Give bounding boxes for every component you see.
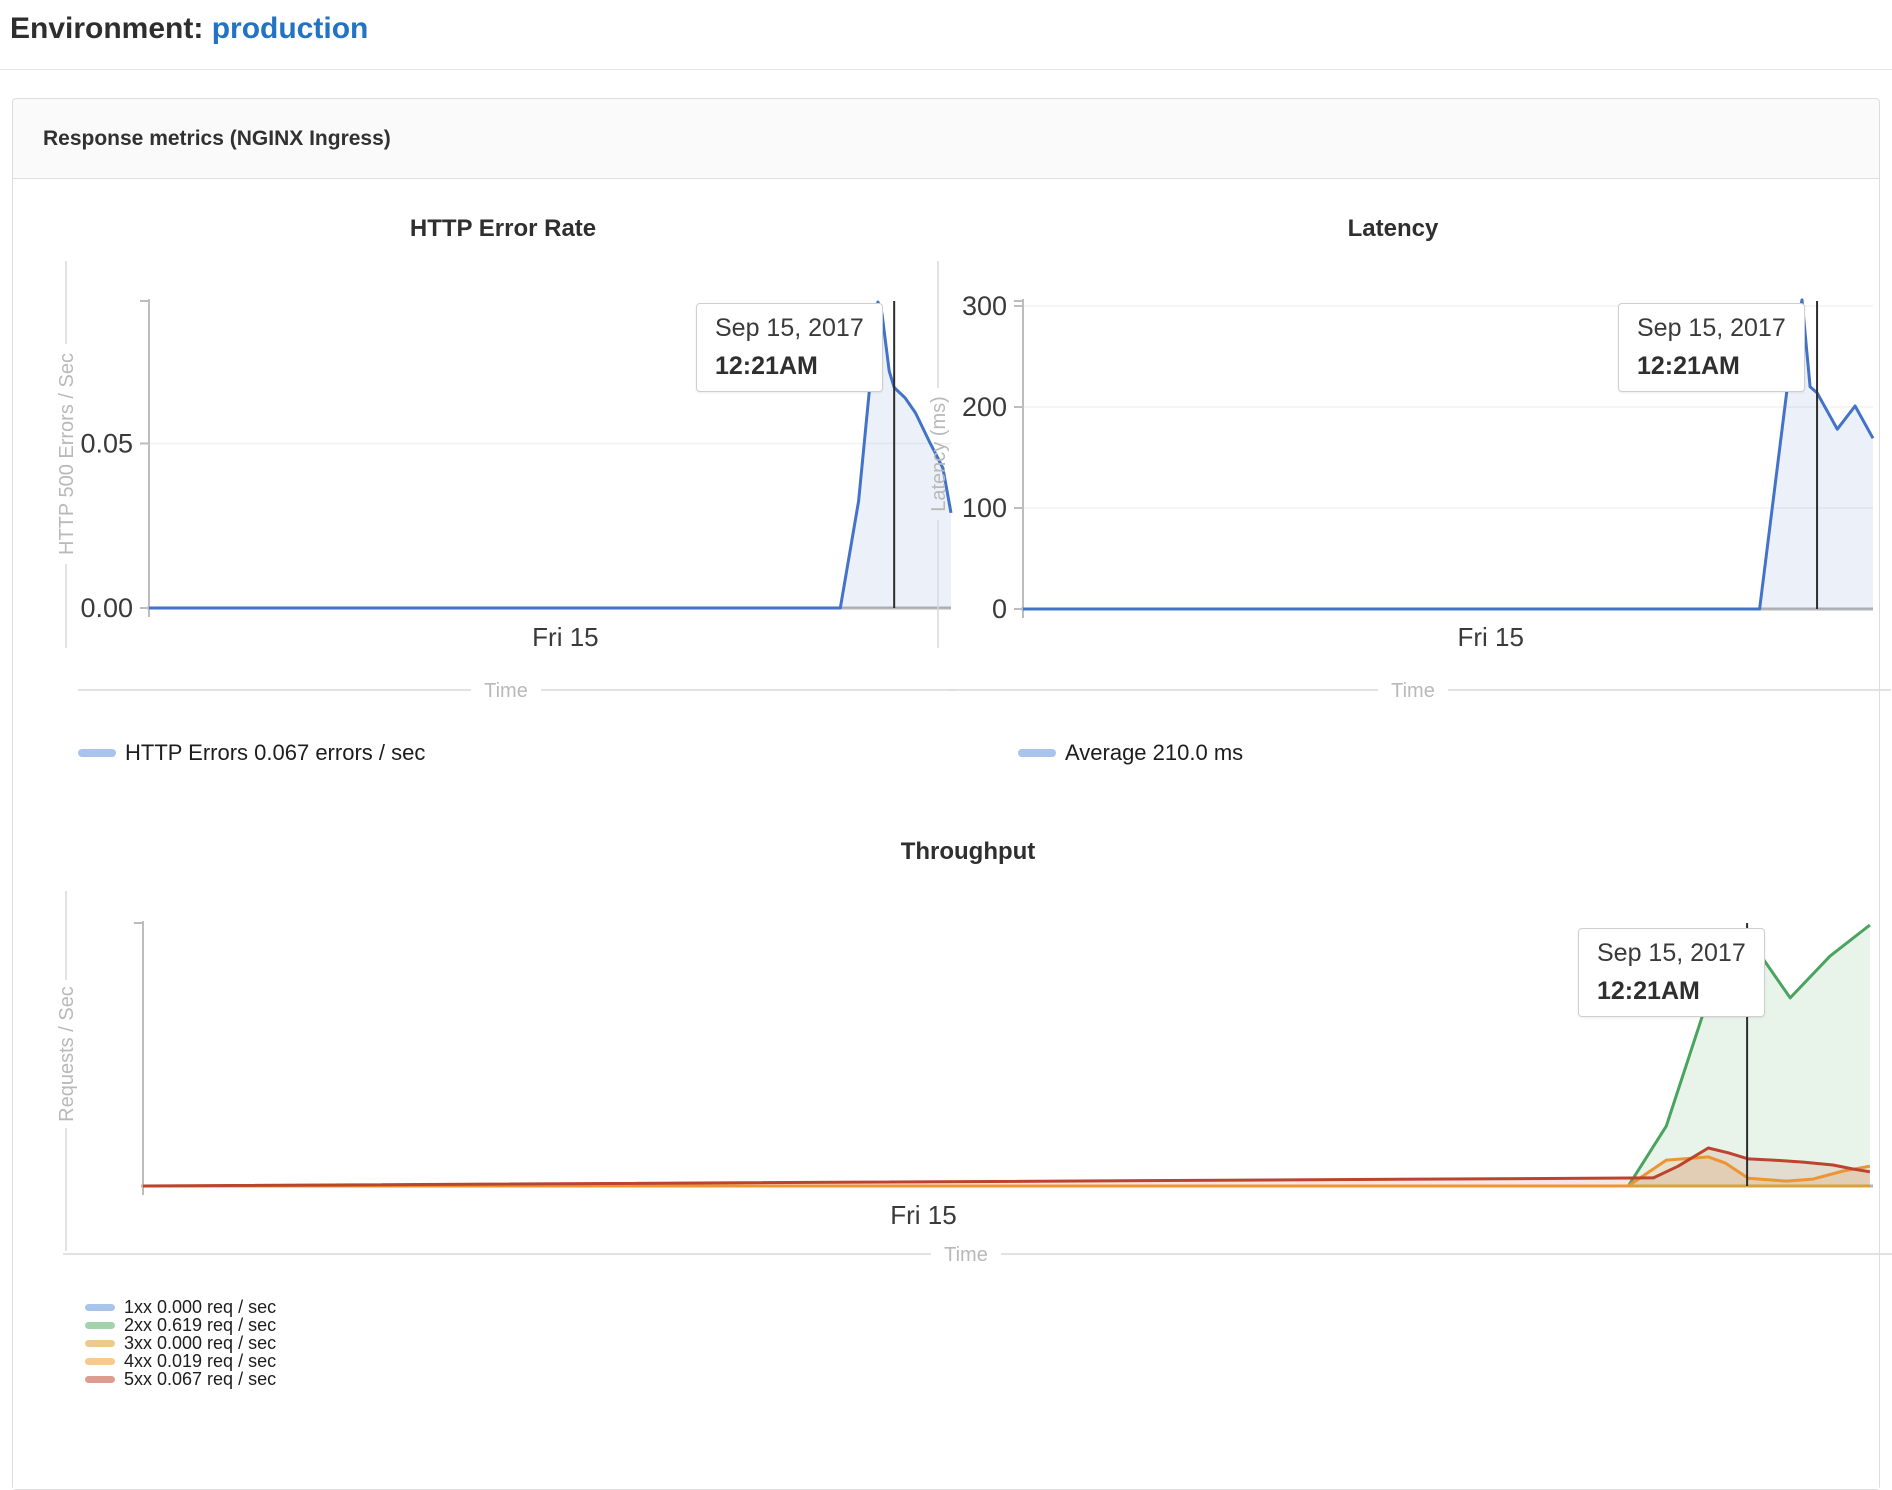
legend-item: 3xx 0.000 req / sec	[85, 1334, 1892, 1352]
tooltip-latency: Sep 15, 2017 12:21AM	[1618, 303, 1805, 392]
tooltip-time: 12:21AM	[1637, 352, 1786, 381]
x-tick-label: Fri 15	[532, 622, 598, 652]
x-tick-label: Fri 15	[890, 1200, 956, 1230]
legend-item: 5xx 0.067 req / sec	[85, 1370, 1892, 1388]
chart-title-error-rate: HTTP Error Rate	[43, 216, 963, 242]
x-axis-label: Time	[1391, 680, 1435, 701]
legend-swatch	[78, 749, 116, 757]
tooltip-error-rate: Sep 15, 2017 12:21AM	[696, 303, 883, 392]
y-axis-label: HTTP 500 Errors / Sec	[56, 353, 78, 555]
y-axis-label: Latency (ms)	[928, 396, 950, 512]
legend-swatch	[85, 1358, 115, 1365]
chart-title-latency: Latency	[893, 216, 1892, 242]
y-tick-label: 0.00	[80, 593, 133, 623]
legend-label: 5xx 0.067 req / sec	[124, 1370, 276, 1388]
legend-label: 4xx 0.019 req / sec	[124, 1352, 276, 1370]
legend-swatch	[1018, 749, 1056, 757]
tooltip-date: Sep 15, 2017	[1597, 939, 1746, 968]
legend-item: 1xx 0.000 req / sec	[85, 1298, 1892, 1316]
response-metrics-panel: Response metrics (NGINX Ingress) HTTP Er…	[12, 98, 1880, 1490]
legend-label: 3xx 0.000 req / sec	[124, 1334, 276, 1352]
page-title: Environment: production	[10, 12, 1882, 46]
environment-label: Environment:	[10, 12, 203, 45]
panel-heading: Response metrics (NGINX Ingress)	[13, 99, 1879, 179]
legend-error-rate: HTTP Errors 0.067 errors / sec	[78, 740, 425, 766]
legend-latency: Average 210.0 ms	[1018, 740, 1243, 766]
chart-title-throughput: Throughput	[43, 839, 1892, 865]
x-axis-label: Time	[944, 1244, 988, 1266]
environment-link[interactable]: production	[212, 12, 369, 45]
y-tick-label: 0.05	[80, 428, 133, 458]
y-tick-label: 300	[962, 291, 1007, 321]
legend-label: HTTP Errors 0.067 errors / sec	[125, 740, 425, 766]
legend-label: 1xx 0.000 req / sec	[124, 1298, 276, 1316]
legend-item: Average 210.0 ms	[1018, 740, 1243, 766]
legend-item: 4xx 0.019 req / sec	[85, 1352, 1892, 1370]
x-axis-label: Time	[484, 680, 528, 701]
legend-label: Average 210.0 ms	[1065, 740, 1243, 766]
latency-chart: Latency Latency (ms) 0 100 200 300 Fri 15 Ti…	[893, 216, 1892, 701]
legend-swatch	[85, 1376, 115, 1383]
legend-swatch	[85, 1304, 115, 1311]
legend-throughput: 1xx 0.000 req / sec2xx 0.619 req / sec3x…	[85, 1298, 1892, 1388]
panel-body: HTTP Error Rate HTTP 500 Errors / Sec 0.…	[13, 179, 1879, 1489]
legend-swatch	[85, 1322, 115, 1329]
y-tick-label: 0	[992, 594, 1007, 624]
y-tick-label: 100	[962, 493, 1007, 523]
tooltip-time: 12:21AM	[715, 352, 864, 381]
legend-item: HTTP Errors 0.067 errors / sec	[78, 740, 425, 766]
http-error-rate-chart: HTTP Error Rate HTTP 500 Errors / Sec 0.…	[43, 216, 963, 701]
x-tick-label: Fri 15	[1457, 622, 1523, 652]
legend-item: 2xx 0.619 req / sec	[85, 1316, 1892, 1334]
y-axis-label: Requests / Sec	[56, 986, 78, 1122]
y-tick-label: 200	[962, 392, 1007, 422]
legend-label: 2xx 0.619 req / sec	[124, 1316, 276, 1334]
legend-swatch	[85, 1340, 115, 1347]
tooltip-throughput: Sep 15, 2017 12:21AM	[1578, 928, 1765, 1017]
page-header: Environment: production	[0, 0, 1892, 70]
tooltip-date: Sep 15, 2017	[1637, 314, 1786, 343]
tooltip-date: Sep 15, 2017	[715, 314, 864, 343]
throughput-chart: Throughput Requests / Sec Fri 15 Time Se…	[43, 839, 1892, 1388]
tooltip-time: 12:21AM	[1597, 977, 1746, 1006]
